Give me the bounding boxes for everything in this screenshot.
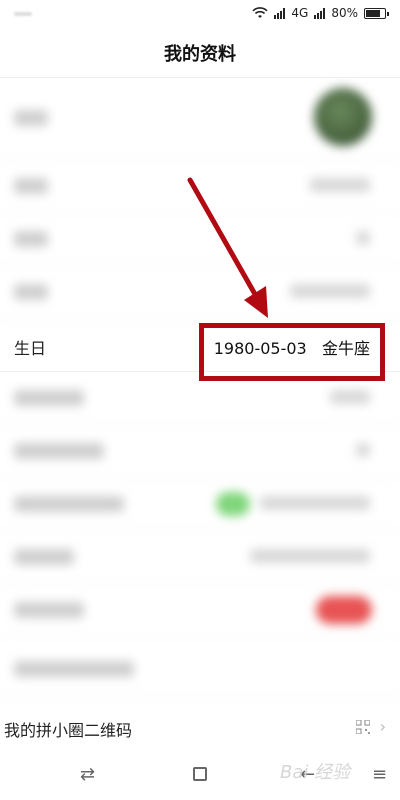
annotation-arrow-icon [187,177,268,318]
highlight-box [199,323,385,381]
home-square-icon[interactable] [193,767,207,781]
menu-icon[interactable]: ≡ [372,764,387,785]
watermark: Bai 经验 [280,762,351,783]
swap-icon[interactable]: ⇄ [80,764,95,785]
